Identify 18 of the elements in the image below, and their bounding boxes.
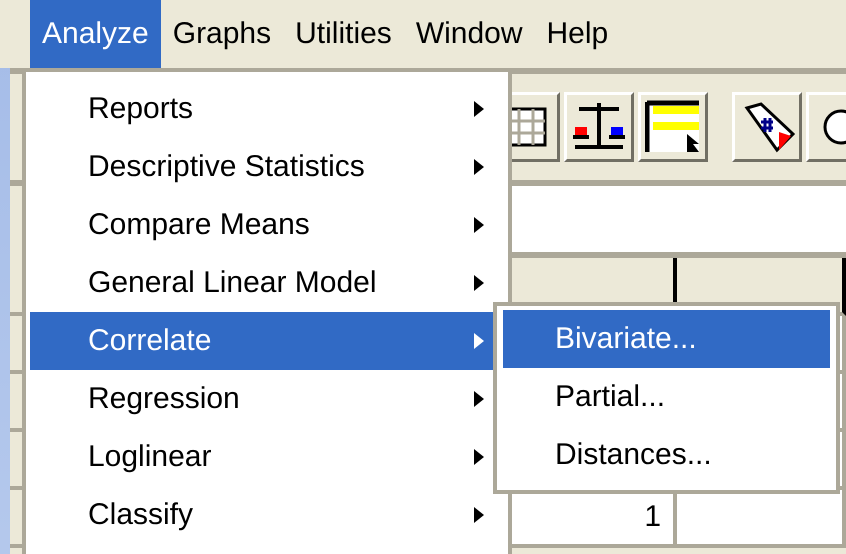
menu-bar-item[interactable]: Graphs (160, 0, 284, 68)
table-cursor-icon (645, 100, 701, 154)
menu-item[interactable]: Loglinear (30, 428, 504, 486)
menu-item[interactable]: Distances... (503, 426, 830, 484)
menu-item[interactable]: Compare Means (30, 196, 504, 254)
menu-bar-item[interactable]: Analyze (30, 0, 161, 68)
toolbar-button[interactable] (638, 92, 708, 162)
menu-bar-item[interactable]: Utilities (283, 0, 404, 68)
menu-bar-item[interactable]: Help (534, 0, 620, 68)
toolbar-button[interactable] (564, 92, 634, 162)
menu-item[interactable]: Regression (30, 370, 504, 428)
menu-item[interactable]: Bivariate... (503, 310, 830, 368)
menu-item[interactable]: Reports (30, 80, 504, 138)
menu-item[interactable]: General Linear Model (30, 254, 504, 312)
toolbar-button[interactable] (732, 92, 802, 162)
menu-bar-item[interactable]: Window (404, 0, 535, 68)
menu-item[interactable]: Partial... (503, 368, 830, 426)
menu-item[interactable]: Descriptive Statistics (30, 138, 504, 196)
